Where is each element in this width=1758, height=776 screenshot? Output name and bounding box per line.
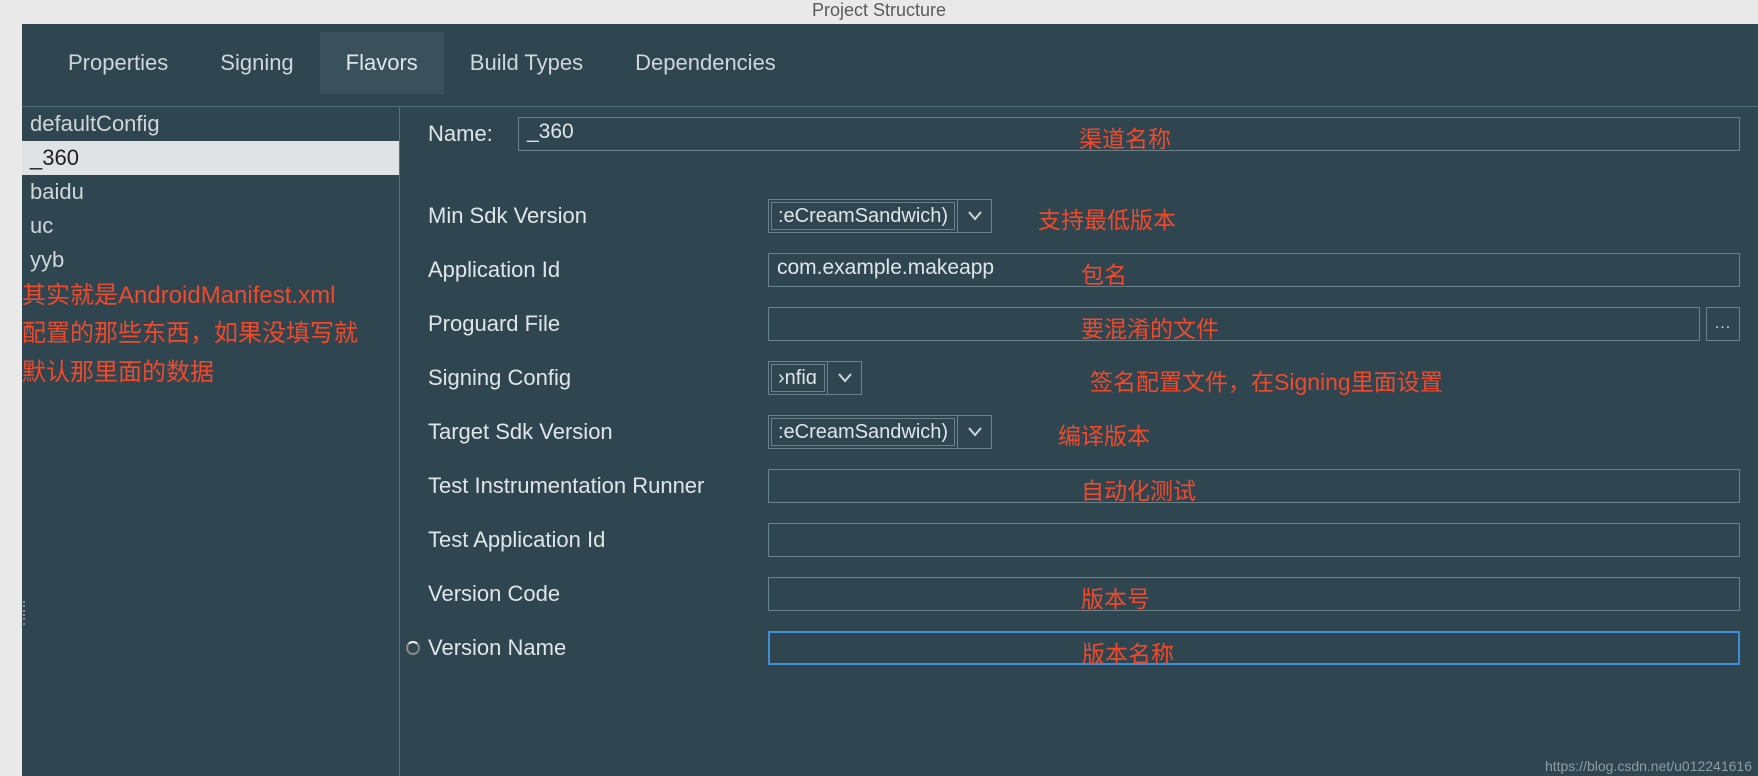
test-app-id-input[interactable] bbox=[768, 523, 1740, 557]
target-sdk-dropdown[interactable]: :eCreamSandwich) bbox=[768, 415, 992, 449]
target-sdk-label: Target Sdk Version bbox=[428, 419, 768, 445]
drag-handle-icon[interactable] bbox=[22, 596, 30, 630]
annotation-name: 渠道名称 bbox=[1079, 120, 1171, 154]
name-input[interactable]: _360 渠道名称 bbox=[518, 117, 1740, 151]
flavor-form: Name: _360 渠道名称 Min Sdk Version :eCreamS… bbox=[400, 106, 1758, 776]
test-runner-input[interactable]: 自动化测试 bbox=[768, 469, 1740, 503]
annotation-proguard: 要混淆的文件 bbox=[1081, 310, 1219, 344]
project-structure-window: Properties Signing Flavors Build Types D… bbox=[22, 24, 1758, 776]
annotation-target-sdk: 编译版本 bbox=[1058, 417, 1150, 451]
name-label: Name: bbox=[428, 121, 518, 147]
version-code-input[interactable]: 版本号 bbox=[768, 577, 1740, 611]
flavor-item-yyb[interactable]: yyb bbox=[22, 243, 399, 277]
annotation-app-id: 包名 bbox=[1081, 256, 1127, 290]
chevron-down-icon[interactable] bbox=[827, 362, 861, 394]
annotation-test-runner: 自动化测试 bbox=[1081, 472, 1196, 506]
version-code-label: Version Code bbox=[428, 581, 768, 607]
test-app-id-label: Test Application Id bbox=[428, 527, 768, 553]
tab-signing[interactable]: Signing bbox=[194, 32, 319, 94]
version-name-label: Version Name bbox=[428, 635, 768, 661]
tab-properties[interactable]: Properties bbox=[42, 32, 194, 94]
flavor-item-baidu[interactable]: baidu bbox=[22, 175, 399, 209]
tab-bar: Properties Signing Flavors Build Types D… bbox=[22, 24, 1758, 94]
version-name-input[interactable]: 版本名称 bbox=[768, 631, 1740, 665]
app-id-input[interactable]: com.example.makeapp 包名 bbox=[768, 253, 1740, 287]
proguard-input[interactable]: 要混淆的文件 bbox=[768, 307, 1700, 341]
flavor-item-defaultconfig[interactable]: defaultConfig bbox=[22, 107, 399, 141]
annotation-version-code: 版本号 bbox=[1081, 580, 1150, 614]
signing-config-dropdown[interactable]: ›nfiɑ bbox=[768, 361, 862, 395]
annotation-version-name: 版本名称 bbox=[1082, 635, 1174, 669]
proguard-browse-button[interactable]: ... bbox=[1706, 307, 1740, 341]
watermark: https://blog.csdn.net/u012241616 bbox=[1545, 758, 1752, 774]
flavor-item-360[interactable]: _360 bbox=[22, 141, 399, 175]
tab-dependencies[interactable]: Dependencies bbox=[609, 32, 802, 94]
flavor-list: defaultConfig _360 baidu uc yyb 其实就是Andr… bbox=[22, 106, 400, 776]
tab-flavors[interactable]: Flavors bbox=[320, 32, 444, 94]
test-runner-label: Test Instrumentation Runner bbox=[428, 473, 768, 499]
flavor-item-uc[interactable]: uc bbox=[22, 209, 399, 243]
chevron-down-icon[interactable] bbox=[957, 200, 991, 232]
window-title: Project Structure bbox=[0, 0, 1758, 24]
loading-icon bbox=[406, 641, 420, 655]
annotation-signing: 签名配置文件，在Signing里面设置 bbox=[1090, 363, 1443, 397]
signing-config-label: Signing Config bbox=[428, 365, 768, 391]
annotation-sidebar: 其实就是AndroidManifest.xml 配置的那些东西，如果没填写就 默… bbox=[22, 277, 362, 392]
min-sdk-label: Min Sdk Version bbox=[428, 203, 768, 229]
proguard-label: Proguard File bbox=[428, 311, 768, 337]
min-sdk-dropdown[interactable]: :eCreamSandwich) bbox=[768, 199, 992, 233]
tab-build-types[interactable]: Build Types bbox=[444, 32, 609, 94]
annotation-min-sdk: 支持最低版本 bbox=[1038, 201, 1176, 235]
app-id-label: Application Id bbox=[428, 257, 768, 283]
chevron-down-icon[interactable] bbox=[957, 416, 991, 448]
